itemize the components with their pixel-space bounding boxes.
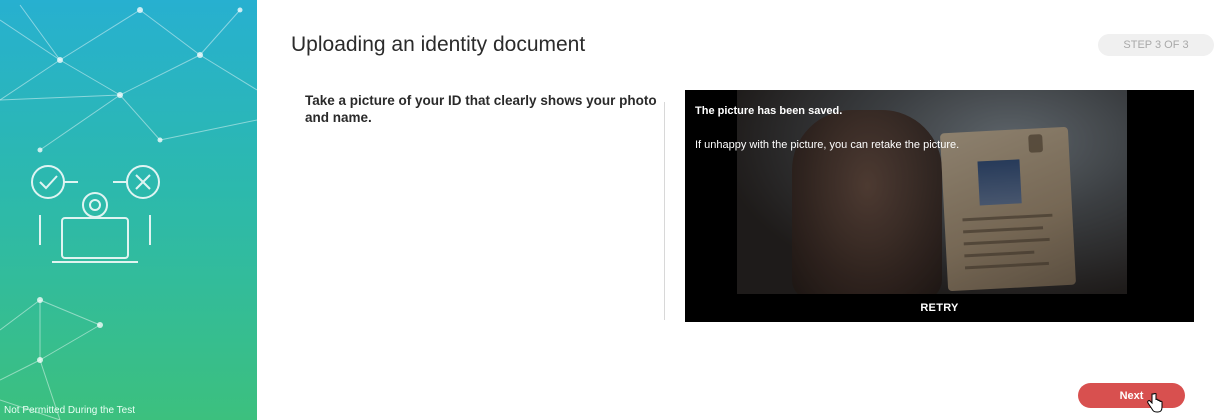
camera-preview: The picture has been saved. If unhappy w…: [685, 90, 1194, 322]
retry-button[interactable]: RETRY: [685, 294, 1194, 322]
step-badge: STEP 3 OF 3: [1098, 34, 1214, 56]
sidebar: Not Permitted During the Test: [0, 0, 257, 420]
laptop-gear-check-cross-icon: [31, 165, 160, 263]
instructions-text: Take a picture of your ID that clearly s…: [305, 93, 657, 125]
divider: [664, 102, 665, 320]
photo-overlay: [685, 90, 1194, 294]
page-title: Uploading an identity document: [291, 33, 586, 56]
next-button[interactable]: Next: [1078, 383, 1185, 408]
main-content: Uploading an identity document STEP 3 OF…: [257, 0, 1228, 420]
retake-message: If unhappy with the picture, you can ret…: [695, 139, 960, 151]
not-permitted-notice: Not Permitted During the Test: [4, 405, 135, 416]
saved-message: The picture has been saved.: [695, 105, 843, 117]
network-pattern-illustration: [0, 4, 257, 420]
hand-cursor-icon: [1147, 393, 1163, 413]
